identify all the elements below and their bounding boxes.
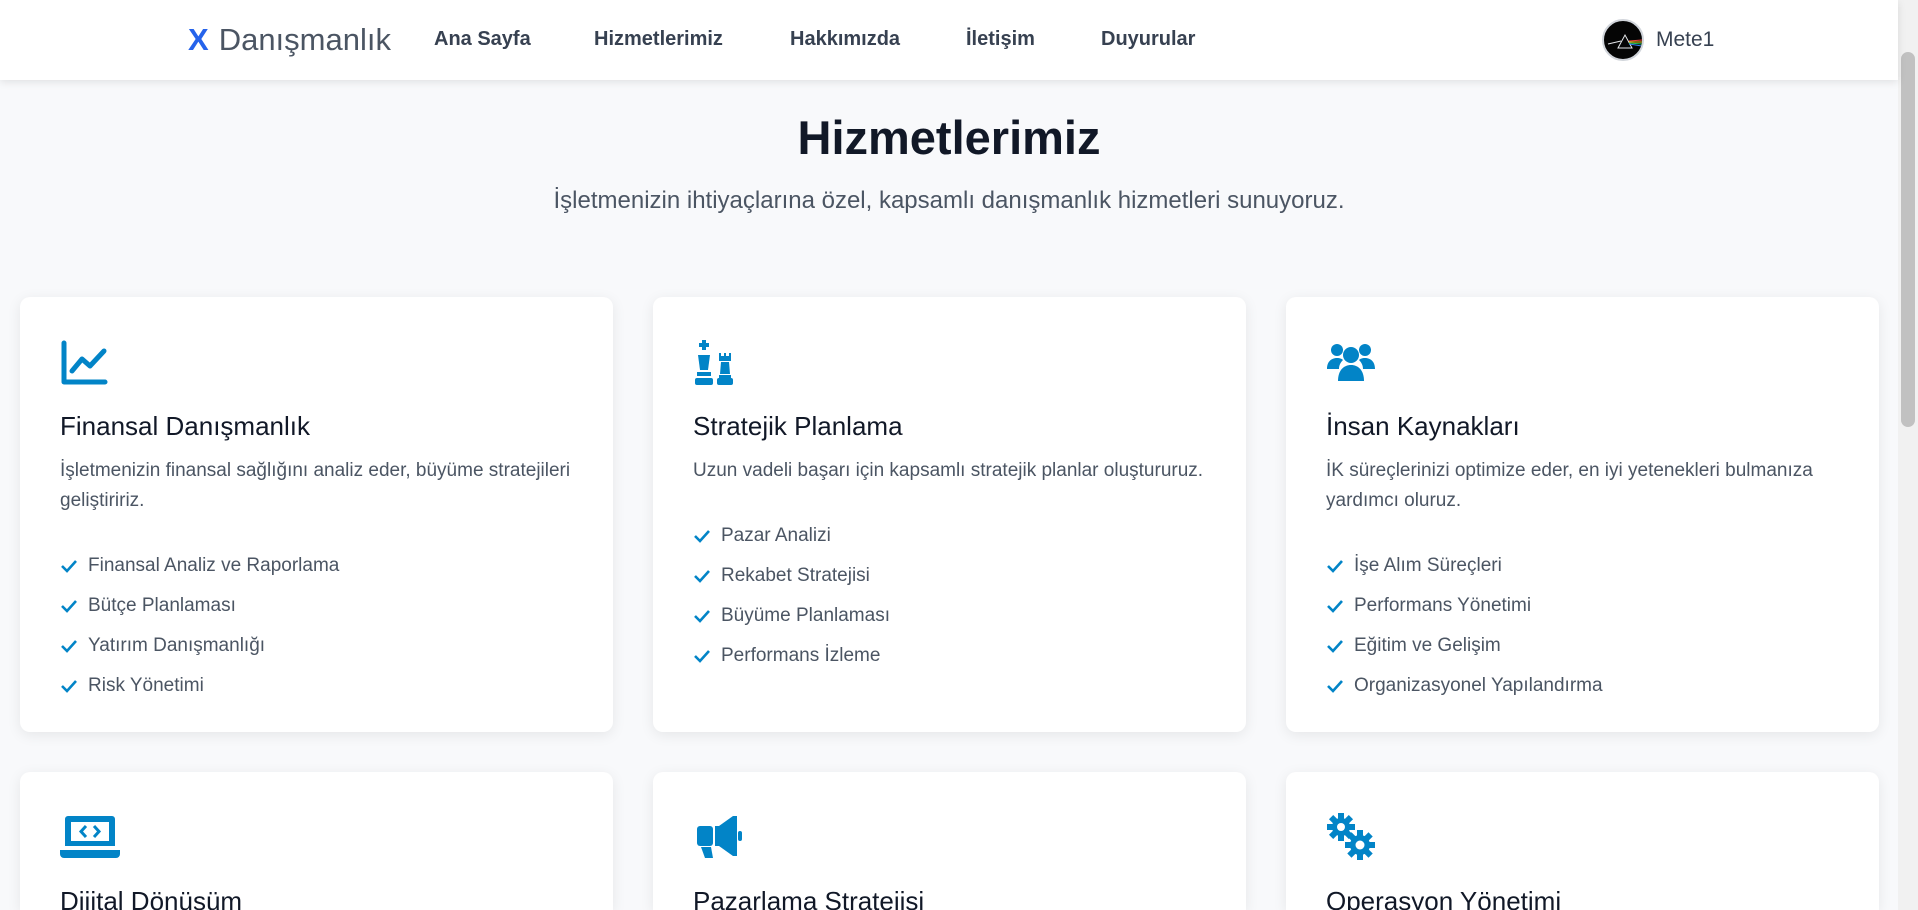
- feature-list: Finansal Analiz ve Raporlama Bütçe Planl…: [60, 546, 573, 706]
- bullhorn-icon: [693, 812, 743, 862]
- check-icon: [694, 650, 710, 663]
- nav-link-hakkimizda[interactable]: Hakkımızda: [790, 28, 900, 51]
- list-item: Rekabet Stratejisi: [693, 556, 1206, 596]
- check-icon: [61, 600, 77, 613]
- service-description: İşletmenizin finansal sağlığını analiz e…: [60, 460, 571, 511]
- check-icon: [61, 680, 77, 693]
- scrollbar-thumb[interactable]: [1901, 52, 1915, 427]
- check-icon: [61, 640, 77, 653]
- service-description: Uzun vadeli başarı için kapsamlı stratej…: [693, 460, 1204, 481]
- service-description: İK süreçlerinizi optimize eder, en iyi y…: [1326, 460, 1813, 511]
- list-item: Organizasyonel Yapılandırma: [1326, 666, 1839, 706]
- feature-label: Performans İzleme: [721, 645, 881, 666]
- scrollbar[interactable]: [1898, 0, 1918, 910]
- check-icon: [1327, 680, 1343, 693]
- user-menu[interactable]: Mete1: [1602, 19, 1714, 61]
- list-item: Performans İzleme: [693, 636, 1206, 676]
- feature-label: Büyüme Planlaması: [721, 605, 890, 626]
- feature-label: Finansal Analiz ve Raporlama: [88, 555, 340, 576]
- page-subtitle: İşletmenizin ihtiyaçlarına özel, kapsaml…: [553, 187, 1345, 214]
- brand-mark: X: [188, 22, 209, 57]
- list-item: Yatırım Danışmanlığı: [60, 626, 573, 666]
- feature-label: Yatırım Danışmanlığı: [88, 635, 266, 656]
- chess-icon: [693, 337, 743, 387]
- check-icon: [694, 610, 710, 623]
- feature-label: Pazar Analizi: [721, 525, 831, 546]
- list-item: Finansal Analiz ve Raporlama: [60, 546, 573, 586]
- service-card-insan-kaynaklari: İnsan Kaynakları İK süreçlerinizi optimi…: [1286, 297, 1879, 732]
- feature-label: Rekabet Stratejisi: [721, 565, 870, 586]
- service-title: Pazarlama Stratejisi: [693, 886, 925, 910]
- check-icon: [1327, 600, 1343, 613]
- check-icon: [694, 530, 710, 543]
- list-item: Risk Yönetimi: [60, 666, 573, 706]
- prism-image: [1607, 33, 1642, 49]
- nav-link-duyurular[interactable]: Duyurular: [1101, 28, 1195, 51]
- service-card-pazarlama: Pazarlama Stratejisi: [653, 772, 1246, 910]
- check-icon: [1327, 560, 1343, 573]
- list-item: Eğitim ve Gelişim: [1326, 626, 1839, 666]
- feature-label: İşe Alım Süreçleri: [1354, 555, 1502, 576]
- avatar: [1602, 19, 1644, 61]
- service-card-operasyon: Operasyon Yönetimi: [1286, 772, 1879, 910]
- service-title: Operasyon Yönetimi: [1326, 886, 1562, 910]
- brand-text: Danışmanlık: [218, 22, 391, 57]
- users-icon: [1326, 337, 1376, 387]
- nav-link-hizmetlerimiz[interactable]: Hizmetlerimiz: [594, 28, 723, 51]
- list-item: Pazar Analizi: [693, 516, 1206, 556]
- feature-label: Eğitim ve Gelişim: [1354, 635, 1501, 656]
- navbar: X Danışmanlık Ana Sayfa Hizmetlerimiz Ha…: [0, 0, 1898, 80]
- feature-label: Organizasyonel Yapılandırma: [1354, 675, 1603, 696]
- feature-label: Performans Yönetimi: [1354, 595, 1532, 616]
- service-card-finansal: Finansal Danışmanlık İşletmenizin finans…: [20, 297, 613, 732]
- list-item: Büyüme Planlaması: [693, 596, 1206, 636]
- service-title: Finansal Danışmanlık: [60, 411, 310, 441]
- gears-icon: [1326, 812, 1376, 862]
- user-name: Mete1: [1656, 28, 1715, 51]
- feature-list: İşe Alım Süreçleri Performans Yönetimi E…: [1326, 546, 1839, 706]
- brand-logo[interactable]: X Danışmanlık: [188, 22, 391, 58]
- feature-label: Risk Yönetimi: [88, 675, 204, 696]
- list-item: Bütçe Planlaması: [60, 586, 573, 626]
- check-icon: [694, 570, 710, 583]
- feature-list: Pazar Analizi Rekabet Stratejisi Büyüme …: [693, 516, 1206, 676]
- service-title: Stratejik Planlama: [693, 411, 903, 441]
- service-title: Dijital Dönüşüm: [60, 886, 243, 910]
- check-icon: [61, 560, 77, 573]
- nav-link-ana-sayfa[interactable]: Ana Sayfa: [434, 28, 531, 51]
- list-item: İşe Alım Süreçleri: [1326, 546, 1839, 586]
- laptop-code-icon: [60, 812, 120, 862]
- service-title: İnsan Kaynakları: [1326, 411, 1520, 441]
- service-card-stratejik: Stratejik Planlama Uzun vadeli başarı iç…: [653, 297, 1246, 732]
- check-icon: [1327, 640, 1343, 653]
- list-item: Performans Yönetimi: [1326, 586, 1839, 626]
- service-card-dijital: Dijital Dönüşüm: [20, 772, 613, 910]
- chart-line-icon: [60, 337, 110, 387]
- page-title: Hizmetlerimiz: [797, 111, 1101, 164]
- nav-link-iletisim[interactable]: İletişim: [966, 28, 1035, 51]
- feature-label: Bütçe Planlaması: [88, 595, 236, 616]
